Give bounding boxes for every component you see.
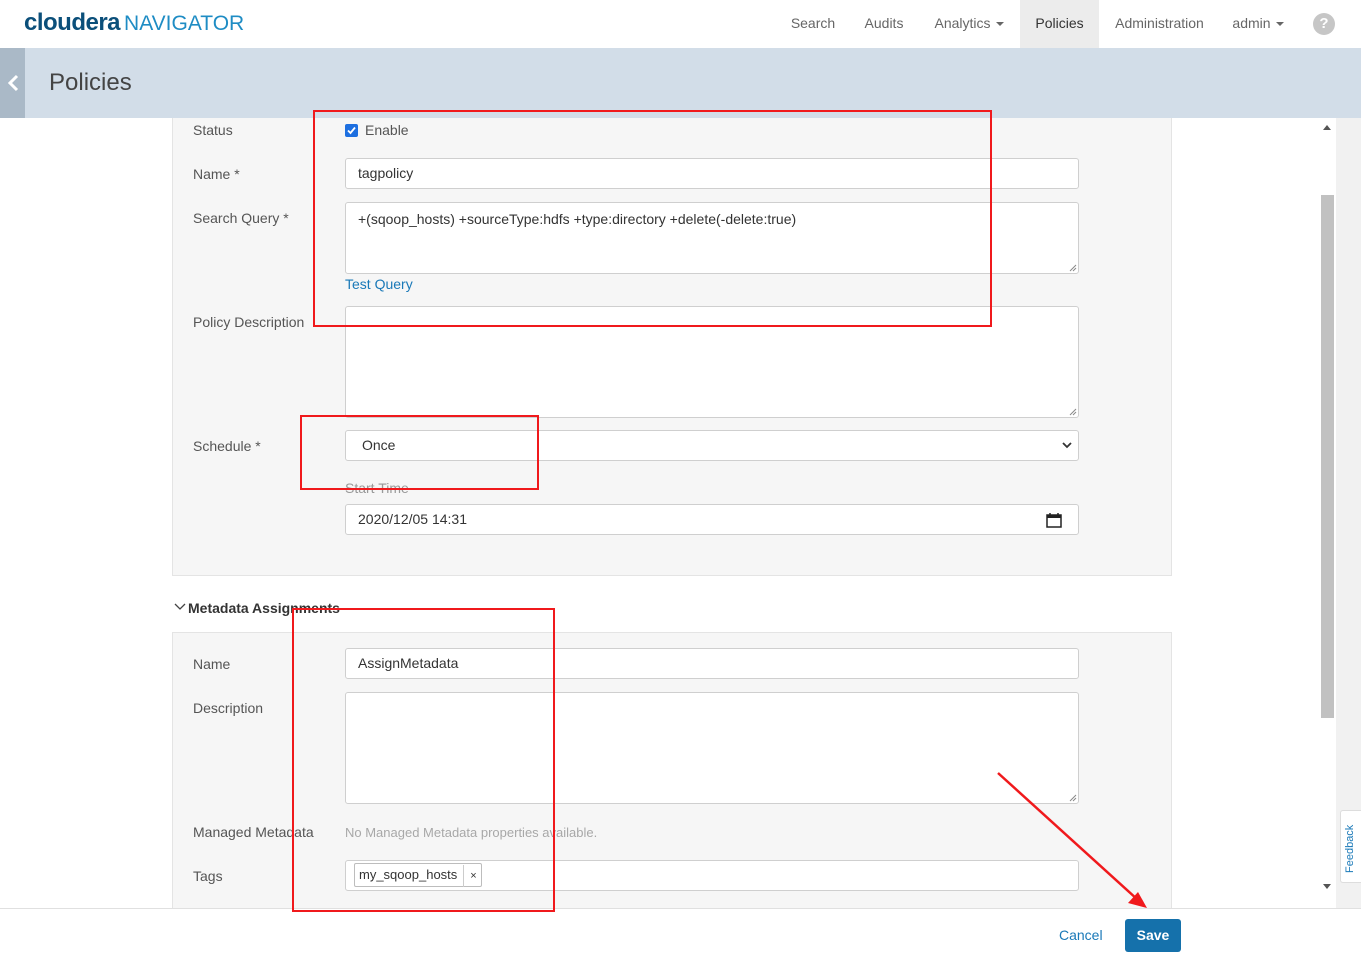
resize-grip-icon[interactable] bbox=[1069, 264, 1077, 272]
calendar-icon[interactable] bbox=[1046, 513, 1062, 528]
scroll-up-icon[interactable] bbox=[1323, 125, 1331, 130]
resize-grip-icon[interactable] bbox=[1069, 408, 1077, 416]
chevron-down-icon bbox=[1275, 22, 1284, 27]
scroll-down-icon[interactable] bbox=[1323, 884, 1331, 889]
scrollbar-track[interactable] bbox=[1336, 118, 1361, 908]
status-label: Status bbox=[193, 122, 233, 138]
annotation-box-schedule bbox=[300, 415, 539, 490]
nav-analytics[interactable]: Analytics bbox=[921, 0, 1017, 48]
nav-search[interactable]: Search bbox=[778, 0, 848, 48]
search-query-label: Search Query * bbox=[193, 210, 289, 226]
feedback-label: Feedback bbox=[1344, 824, 1356, 873]
start-time-input[interactable]: 2020/12/05 14:31 bbox=[345, 504, 1079, 535]
scrollbar-thumb[interactable] bbox=[1321, 195, 1334, 718]
save-button[interactable]: Save bbox=[1125, 919, 1181, 952]
name-label: Name * bbox=[193, 166, 240, 182]
chevron-down-icon[interactable] bbox=[174, 603, 186, 611]
logo-brand: cloudera bbox=[24, 9, 121, 36]
back-button[interactable] bbox=[0, 48, 25, 118]
nav-analytics-label: Analytics bbox=[934, 15, 991, 31]
nav-administration[interactable]: Administration bbox=[1103, 0, 1216, 48]
help-icon[interactable]: ? bbox=[1313, 13, 1335, 35]
policy-description-label: Policy Description bbox=[193, 314, 305, 330]
metadata-description-label: Description bbox=[193, 700, 264, 716]
annotation-box-policy bbox=[313, 110, 992, 327]
top-navbar: cloudera NAVIGATOR Search Audits Analytic… bbox=[0, 0, 1361, 48]
chevron-left-icon bbox=[7, 74, 19, 92]
nav-audits[interactable]: Audits bbox=[851, 0, 917, 48]
nav-user-label: admin bbox=[1232, 15, 1271, 31]
nav-policies[interactable]: Policies bbox=[1020, 0, 1099, 48]
form-footer: Cancel Save bbox=[0, 908, 1361, 959]
tags-label: Tags bbox=[193, 868, 223, 884]
nav-user-menu[interactable]: admin bbox=[1222, 0, 1294, 48]
chevron-down-icon bbox=[995, 22, 1004, 27]
resize-grip-icon[interactable] bbox=[1069, 794, 1077, 802]
logo-product: NAVIGATOR bbox=[124, 12, 245, 35]
feedback-tab[interactable]: Feedback bbox=[1340, 810, 1361, 883]
page-title: Policies bbox=[49, 69, 132, 96]
cloudera-navigator-logo[interactable]: cloudera NAVIGATOR bbox=[24, 8, 244, 39]
metadata-name-label: Name bbox=[193, 656, 231, 672]
schedule-label: Schedule * bbox=[193, 438, 261, 454]
page-header: Policies bbox=[0, 48, 1361, 118]
annotation-box-metadata bbox=[292, 608, 555, 912]
start-time-value: 2020/12/05 14:31 bbox=[358, 511, 467, 527]
cancel-button[interactable]: Cancel bbox=[1059, 927, 1103, 943]
chevron-down-icon bbox=[1062, 442, 1072, 449]
